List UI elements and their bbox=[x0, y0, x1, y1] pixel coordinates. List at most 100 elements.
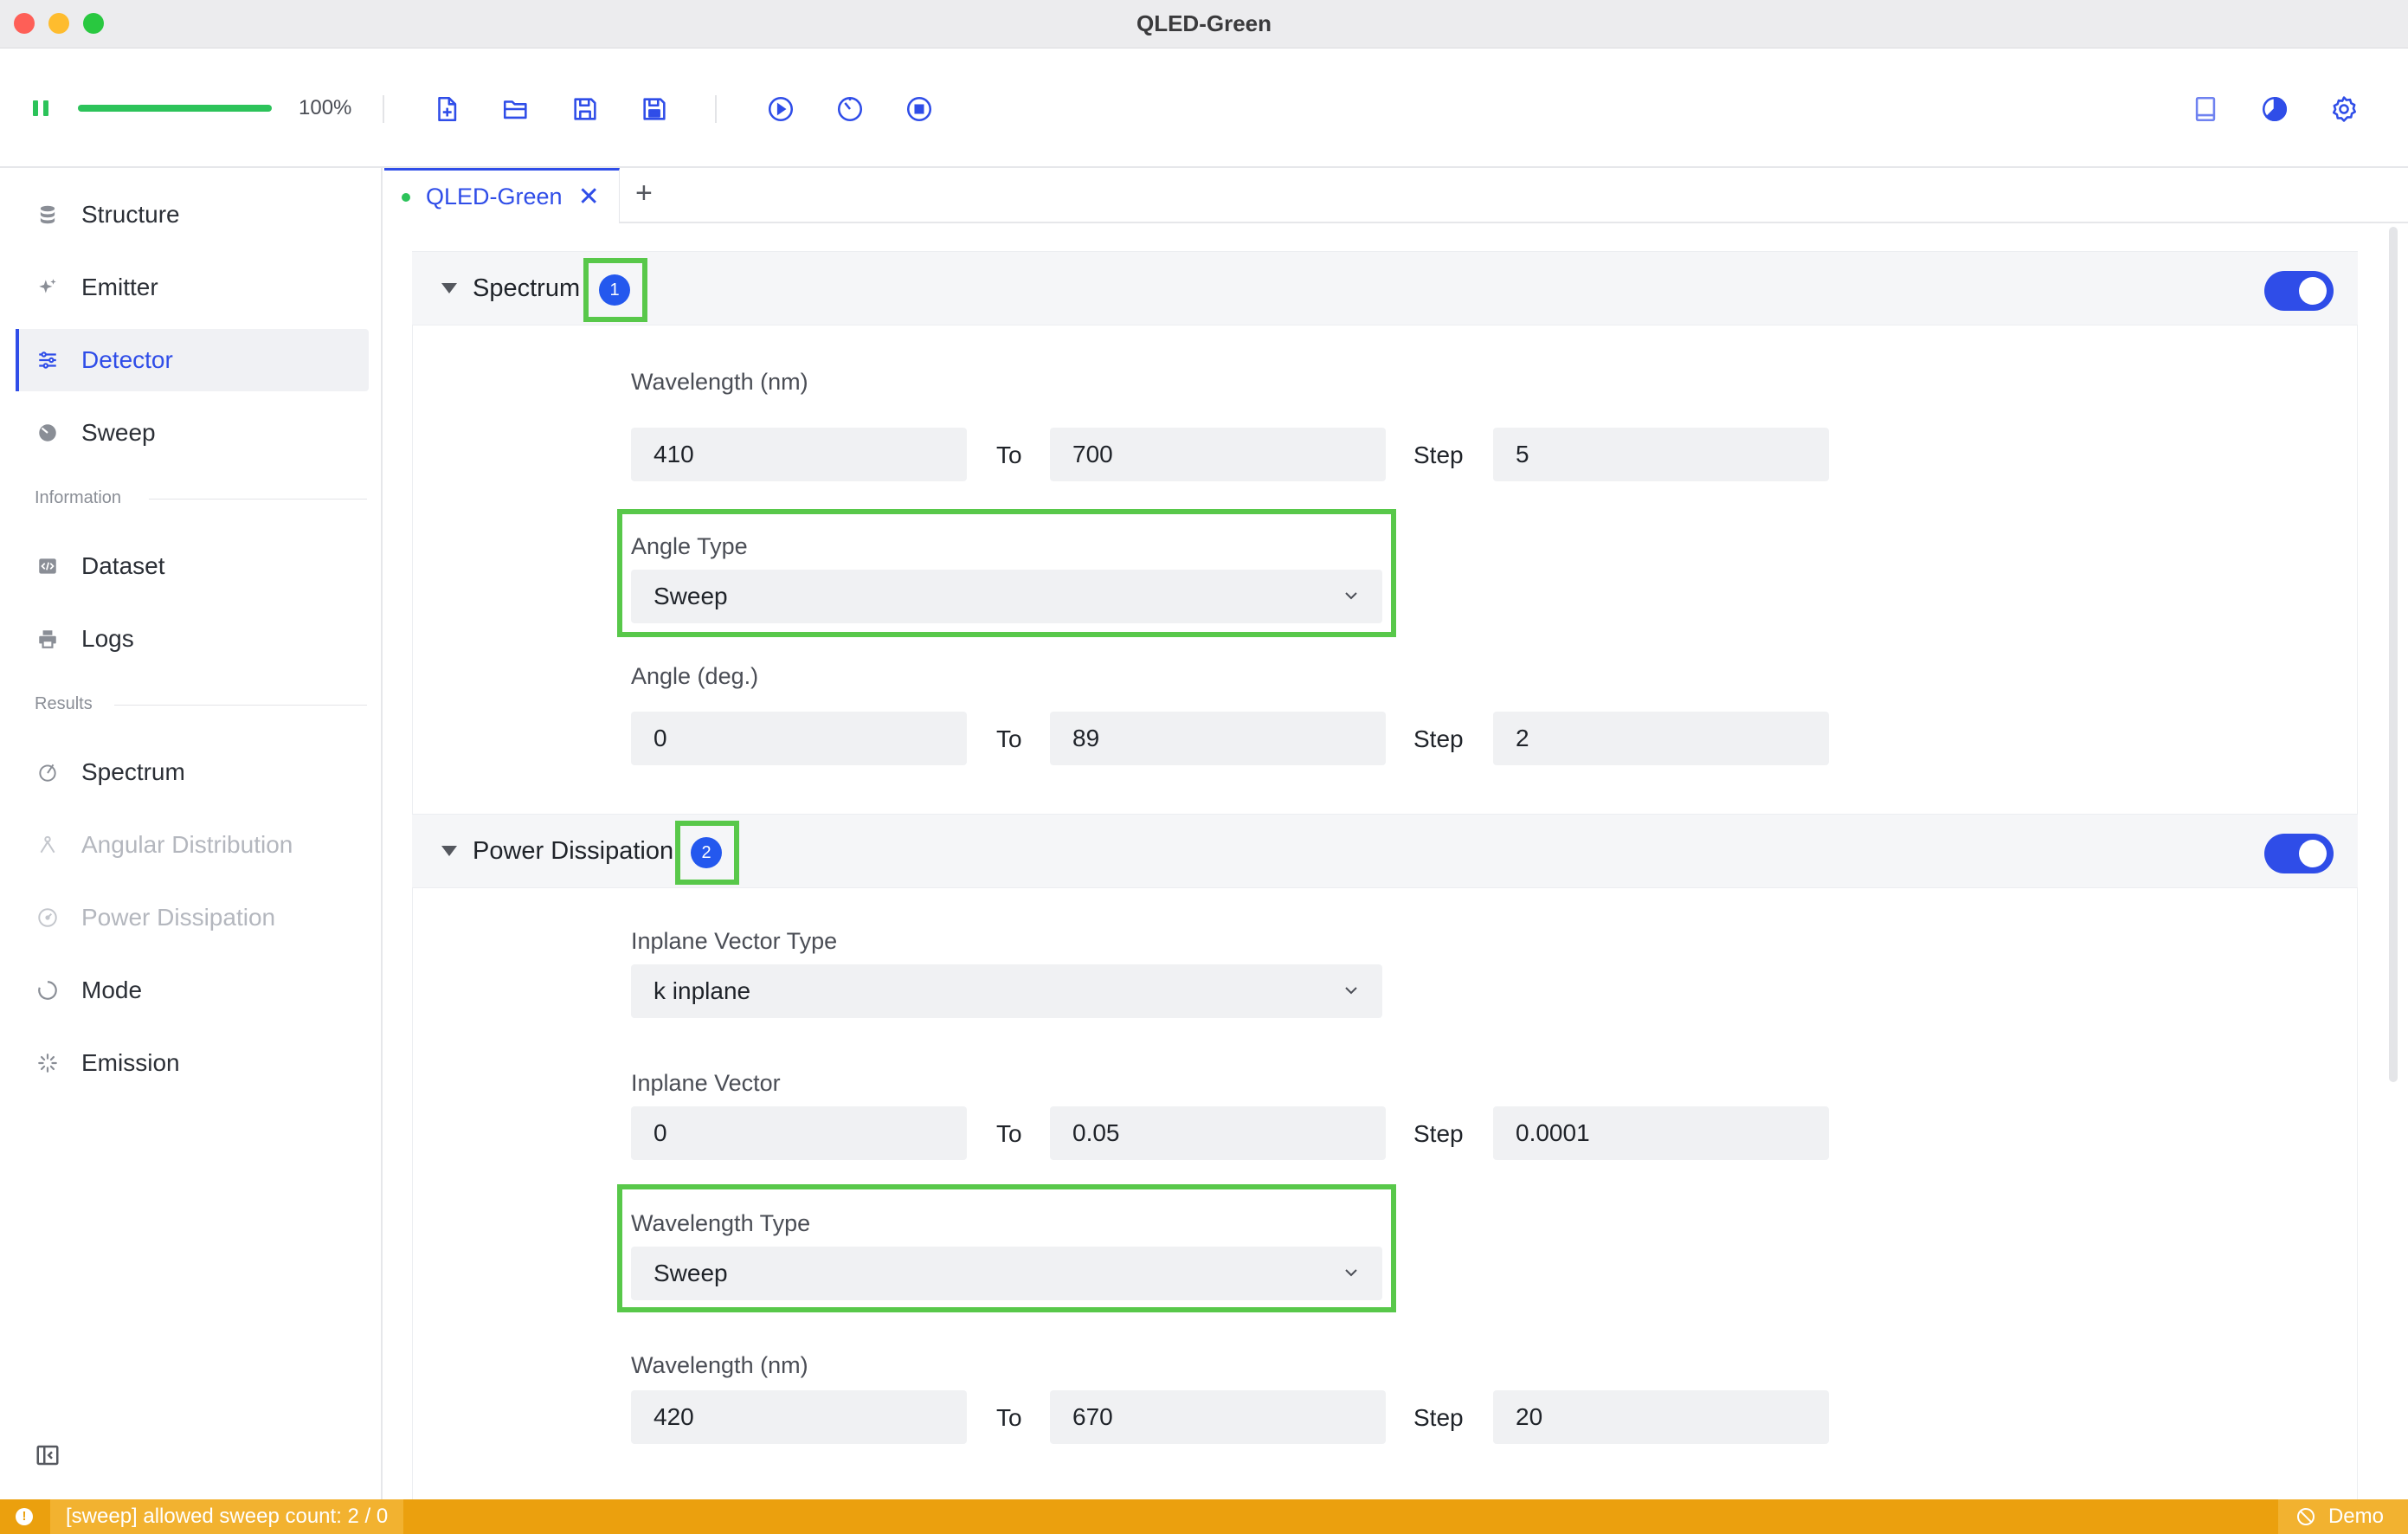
pd-wavelength-from-input[interactable]: 420 bbox=[631, 1390, 967, 1444]
sidebar-item-emitter[interactable]: Emitter bbox=[16, 256, 369, 319]
wavelength-to-input[interactable]: 700 bbox=[1050, 428, 1386, 481]
to-label: To bbox=[996, 442, 1022, 468]
demo-mode-badge[interactable]: Demo bbox=[2277, 1499, 2408, 1534]
sidebar-item-label: Emission bbox=[81, 1049, 180, 1076]
select-value: Sweep bbox=[654, 583, 728, 609]
pd-wavelength-to-input[interactable]: 670 bbox=[1050, 1390, 1386, 1444]
content-scrollbar[interactable] bbox=[2389, 227, 2398, 1082]
highlight-box bbox=[583, 258, 647, 322]
sidebar-item-dataset[interactable]: Dataset bbox=[16, 535, 369, 597]
power-dissipation-section-body: Inplane Vector Type k inplane Inplane Ve… bbox=[412, 888, 2358, 1499]
angle-icon bbox=[35, 832, 61, 858]
progress-bar bbox=[78, 105, 272, 112]
angle-to-input[interactable]: 89 bbox=[1050, 712, 1386, 765]
highlight-box bbox=[675, 821, 739, 885]
timer-icon[interactable] bbox=[833, 92, 867, 126]
step-label: Step bbox=[1413, 1120, 1464, 1147]
progress-fill bbox=[78, 105, 272, 112]
demo-label: Demo bbox=[2328, 1505, 2384, 1528]
save-icon[interactable] bbox=[568, 92, 602, 126]
section-divider bbox=[114, 705, 367, 706]
power-dissipation-section-header[interactable]: Power Dissipation 2 bbox=[412, 814, 2358, 888]
open-folder-icon[interactable] bbox=[499, 92, 533, 126]
sidebar: Structure Emitter Detector Sweep Informa… bbox=[0, 168, 383, 1499]
angle-from-input[interactable]: 0 bbox=[631, 712, 967, 765]
document-panel-icon[interactable] bbox=[2188, 92, 2223, 126]
code-icon bbox=[35, 553, 61, 579]
chevron-down-icon bbox=[1345, 1269, 1357, 1277]
field-label: Wavelength Type bbox=[631, 1210, 811, 1236]
step-label: Step bbox=[1413, 1404, 1464, 1431]
sidebar-item-label: Structure bbox=[81, 201, 180, 228]
inplane-from-input[interactable]: 0 bbox=[631, 1106, 967, 1160]
sidebar-item-label: Angular Distribution bbox=[81, 831, 293, 858]
section-information: Information bbox=[35, 488, 122, 507]
gauge-icon bbox=[35, 905, 61, 931]
sidebar-item-results-spectrum[interactable]: Spectrum bbox=[16, 741, 369, 803]
sidebar-item-emission[interactable]: Emission bbox=[16, 1032, 369, 1094]
spectrum-section-header[interactable]: Spectrum 1 bbox=[412, 251, 2358, 325]
sidebar-item-logs[interactable]: Logs bbox=[16, 608, 369, 670]
theme-icon[interactable] bbox=[2257, 92, 2292, 126]
sidebar-item-label: Emitter bbox=[81, 274, 158, 300]
wavelength-step-input[interactable]: 5 bbox=[1493, 428, 1829, 481]
sidebar-item-label: Power Dissipation bbox=[81, 904, 276, 931]
step-label: Step bbox=[1413, 725, 1464, 752]
field-label: Wavelength (nm) bbox=[631, 1352, 808, 1378]
sliders-icon bbox=[35, 347, 61, 373]
new-file-icon[interactable] bbox=[429, 92, 464, 126]
inplane-to-input[interactable]: 0.05 bbox=[1050, 1106, 1386, 1160]
gear-icon[interactable] bbox=[2327, 92, 2361, 126]
sidebar-item-label: Detector bbox=[81, 346, 173, 373]
stop-icon[interactable] bbox=[902, 92, 937, 126]
tab-label: QLED-Green bbox=[426, 184, 563, 209]
wavelength-from-input[interactable]: 410 bbox=[631, 428, 967, 481]
progress-percent: 100% bbox=[299, 96, 352, 119]
sidebar-item-label: Logs bbox=[81, 625, 134, 652]
save-as-icon[interactable] bbox=[637, 92, 672, 126]
warning-icon: ! bbox=[16, 1508, 33, 1525]
tab-qled-green[interactable]: QLED-Green ✕ bbox=[384, 168, 620, 223]
sidebar-item-sweep[interactable]: Sweep bbox=[16, 402, 369, 464]
sidebar-item-angular-distribution[interactable]: Angular Distribution bbox=[16, 814, 369, 876]
pd-wavelength-step-input[interactable]: 20 bbox=[1493, 1390, 1829, 1444]
caret-down-icon[interactable] bbox=[441, 846, 457, 856]
run-icon[interactable] bbox=[763, 92, 798, 126]
printer-icon bbox=[35, 626, 61, 652]
inplane-vector-type-select[interactable]: k inplane bbox=[631, 964, 1382, 1018]
spectrum-toggle[interactable] bbox=[2264, 271, 2334, 311]
prohibited-icon bbox=[2296, 1508, 2315, 1525]
angle-type-select[interactable]: Sweep bbox=[631, 570, 1382, 623]
field-label: Angle Type bbox=[631, 533, 748, 559]
window-title: QLED-Green bbox=[1136, 10, 1272, 36]
field-label: Inplane Vector Type bbox=[631, 928, 838, 954]
loading-circle-icon bbox=[35, 977, 61, 1003]
spectrum-section-body: Wavelength (nm) 410 To 700 Step 5 Angle … bbox=[412, 325, 2358, 815]
inplane-step-input[interactable]: 0.0001 bbox=[1493, 1106, 1829, 1160]
unsaved-indicator bbox=[402, 192, 410, 202]
angle-step-input[interactable]: 2 bbox=[1493, 712, 1829, 765]
sidebar-item-mode[interactable]: Mode bbox=[16, 959, 369, 1022]
sweep-icon bbox=[35, 420, 61, 446]
app-window: QLED-Green 100% Structure Emitter Detect… bbox=[0, 0, 2408, 1534]
sidebar-item-power-dissipation[interactable]: Power Dissipation bbox=[16, 886, 369, 949]
pause-icon[interactable] bbox=[33, 100, 50, 116]
collapse-sidebar-icon[interactable] bbox=[35, 1442, 61, 1468]
field-label: Angle (deg.) bbox=[631, 663, 759, 689]
sidebar-item-label: Sweep bbox=[81, 419, 156, 446]
chevron-down-icon bbox=[1345, 592, 1357, 600]
sidebar-item-label: Spectrum bbox=[81, 758, 185, 785]
status-message: [sweep] allowed sweep count: 2 / 0 bbox=[50, 1499, 404, 1534]
field-label: Wavelength (nm) bbox=[631, 369, 808, 395]
wavelength-type-select[interactable]: Sweep bbox=[631, 1247, 1382, 1300]
toolbar: 100% bbox=[0, 48, 2408, 168]
caret-down-icon[interactable] bbox=[441, 283, 457, 293]
power-dissipation-toggle[interactable] bbox=[2264, 834, 2334, 873]
sidebar-item-structure[interactable]: Structure bbox=[16, 184, 369, 246]
section-divider bbox=[149, 499, 367, 500]
database-icon bbox=[35, 202, 61, 228]
add-tab-button[interactable]: + bbox=[635, 177, 653, 210]
select-value: Sweep bbox=[654, 1260, 728, 1286]
close-icon[interactable]: ✕ bbox=[578, 182, 600, 212]
sidebar-item-detector[interactable]: Detector bbox=[16, 329, 369, 391]
